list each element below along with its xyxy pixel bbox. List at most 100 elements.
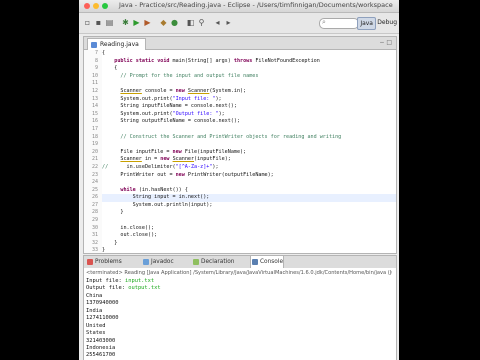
tab-reading-java[interactable]: Reading.java bbox=[87, 38, 146, 50]
new-icon[interactable]: ▫ bbox=[83, 18, 92, 27]
code-line[interactable]: 11 bbox=[92, 80, 396, 88]
code-line[interactable]: 13 System.out.print("Input file: "); bbox=[92, 96, 396, 104]
code-line[interactable]: 32 } bbox=[92, 239, 396, 248]
code-text: } bbox=[102, 239, 118, 246]
code-text: in.close(); bbox=[102, 224, 155, 231]
code-line[interactable]: 14 String inputFileName = console.next()… bbox=[92, 103, 396, 111]
line-number: 25 bbox=[91, 186, 98, 193]
code-text: } bbox=[102, 247, 106, 254]
declaration-icon bbox=[193, 259, 199, 265]
console-user-input: input.txt bbox=[124, 278, 155, 284]
code-line[interactable]: 19 bbox=[92, 141, 396, 149]
line-number: 8 bbox=[94, 57, 98, 64]
line-number: 32 bbox=[91, 239, 98, 246]
quick-access-field[interactable]: ⌕ bbox=[319, 18, 359, 29]
code-line[interactable]: 24 bbox=[92, 179, 396, 187]
search-icon[interactable]: ⚲ bbox=[197, 18, 206, 27]
title-bar: Java - Practice/src/Reading.java - Eclip… bbox=[79, 0, 399, 13]
console-line: India bbox=[86, 308, 161, 315]
code-line[interactable]: 31 out.close(); bbox=[92, 232, 396, 240]
code-line[interactable]: 18 // Construct the Scanner and PrintWri… bbox=[92, 134, 396, 142]
debug-perspective-button[interactable]: Debug bbox=[375, 17, 399, 28]
code-line[interactable]: 20 File inputFile = new File(inputFileNa… bbox=[92, 149, 396, 157]
code-line[interactable]: 33} bbox=[92, 247, 396, 255]
console-line: 1274110000 bbox=[86, 315, 161, 322]
javadoc-icon bbox=[143, 259, 149, 265]
code-line[interactable]: 27 System.out.println(input); bbox=[92, 201, 396, 210]
line-number: 19 bbox=[91, 141, 98, 148]
problems-icon bbox=[87, 259, 93, 265]
new-class-icon[interactable]: ● bbox=[170, 18, 179, 27]
console-line: 1370940000 bbox=[86, 300, 161, 307]
tab-label: Reading.java bbox=[100, 41, 139, 48]
console-text: Indonesia bbox=[86, 344, 116, 351]
line-number: 24 bbox=[91, 179, 98, 186]
console-text: China bbox=[86, 292, 103, 299]
java-file-icon bbox=[91, 42, 97, 48]
code-text: out.close(); bbox=[102, 232, 158, 239]
code-line[interactable]: 25 while (in.hasNext()) { bbox=[92, 186, 396, 195]
code-line[interactable]: 7{ bbox=[95, 50, 396, 58]
console-text: Input file: bbox=[86, 278, 125, 284]
code-line[interactable]: 15 System.out.print("Output file: "); bbox=[92, 110, 396, 119]
code-line[interactable]: 29 bbox=[92, 217, 396, 225]
console-text: 1274110000 bbox=[86, 315, 119, 322]
console-view[interactable]: <terminated> Reading [Java Application] … bbox=[83, 268, 397, 360]
code-line[interactable]: 30 in.close(); bbox=[92, 224, 396, 233]
line-number: 9 bbox=[94, 65, 98, 72]
line-number: 10 bbox=[91, 72, 98, 79]
code-text: System.out.print("Output file: "); bbox=[102, 110, 225, 117]
minimize-window-button[interactable] bbox=[93, 3, 99, 9]
line-number: 20 bbox=[91, 148, 98, 155]
code-line[interactable]: 17 bbox=[92, 126, 396, 134]
open-type-icon[interactable]: ◧ bbox=[186, 18, 195, 27]
code-line[interactable]: 10 // Prompt for the input and output fi… bbox=[92, 72, 396, 81]
console-text: States bbox=[86, 330, 106, 337]
code-lines[interactable]: 7{8 public static void main(String[] arg… bbox=[92, 50, 396, 263]
code-editor[interactable]: Reading.java − □ 7{8 public static void … bbox=[83, 36, 397, 261]
close-window-button[interactable] bbox=[84, 3, 90, 9]
save-icon[interactable]: ▪ bbox=[94, 18, 103, 27]
code-text: System.out.println(input); bbox=[102, 201, 213, 208]
eclipse-window: Java - Practice/src/Reading.java - Eclip… bbox=[79, 0, 399, 360]
line-number: 23 bbox=[91, 171, 98, 178]
debug-icon[interactable]: ✱ bbox=[121, 18, 130, 27]
code-text: while (in.hasNext()) { bbox=[120, 186, 188, 193]
window-title: Java - Practice/src/Reading.java - Eclip… bbox=[119, 1, 393, 9]
main-toolbar: ▫ ▪ ▤ ✱ ▶ ▶ ◆ ● ◧ ⚲ ◂ ▸ ⌕ Java Debug bbox=[79, 13, 399, 34]
code-line[interactable]: 8 public static void main(String[] args)… bbox=[95, 58, 396, 66]
console-text: Output file: bbox=[86, 285, 129, 292]
code-line[interactable]: 22 // in.useDelimiter("[^A-Za-z]+"); bbox=[92, 164, 396, 172]
back-icon[interactable]: ◂ bbox=[213, 18, 222, 27]
run-icon[interactable]: ▶ bbox=[132, 18, 141, 27]
zoom-window-button[interactable] bbox=[102, 3, 108, 9]
line-number: 29 bbox=[91, 217, 98, 224]
line-number: 16 bbox=[91, 118, 98, 125]
forward-icon[interactable]: ▸ bbox=[224, 18, 233, 27]
tab-problems[interactable]: Problems bbox=[86, 256, 122, 268]
print-icon[interactable]: ▤ bbox=[105, 18, 114, 27]
console-line: States bbox=[86, 330, 161, 337]
code-line[interactable]: 28 } bbox=[92, 209, 396, 217]
code-line[interactable]: 9 { bbox=[95, 65, 396, 73]
console-text: 255461700 bbox=[86, 352, 116, 359]
code-line[interactable]: 12 Scanner console = new Scanner(System.… bbox=[92, 88, 396, 96]
code-text: // Prompt for the input and output file … bbox=[120, 72, 259, 79]
line-number: 13 bbox=[91, 95, 98, 102]
tab-declaration[interactable]: Declaration bbox=[192, 256, 234, 268]
tab-console[interactable]: Console bbox=[250, 256, 285, 268]
java-perspective-button[interactable]: Java bbox=[357, 17, 376, 30]
code-text: PrintWriter out = new PrintWriter(output… bbox=[102, 171, 274, 178]
editor-window-controls[interactable]: − □ bbox=[379, 39, 392, 46]
console-text: 1370940000 bbox=[86, 300, 119, 307]
external-tools-icon[interactable]: ▶ bbox=[143, 18, 152, 27]
line-number: 33 bbox=[91, 247, 98, 254]
line-number: 15 bbox=[91, 110, 98, 117]
code-line[interactable]: 16 String outputFileName = console.next(… bbox=[92, 118, 396, 126]
code-line[interactable]: 26 String input = in.next(); bbox=[92, 194, 396, 202]
code-line[interactable]: 21 Scanner in = new Scanner(inputFile); bbox=[92, 156, 396, 164]
code-line[interactable]: 23 PrintWriter out = new PrintWriter(out… bbox=[92, 171, 396, 180]
console-line: Input file: input.txt bbox=[86, 278, 161, 285]
tab-javadoc[interactable]: Javadoc bbox=[142, 256, 174, 268]
new-package-icon[interactable]: ◆ bbox=[159, 18, 168, 27]
